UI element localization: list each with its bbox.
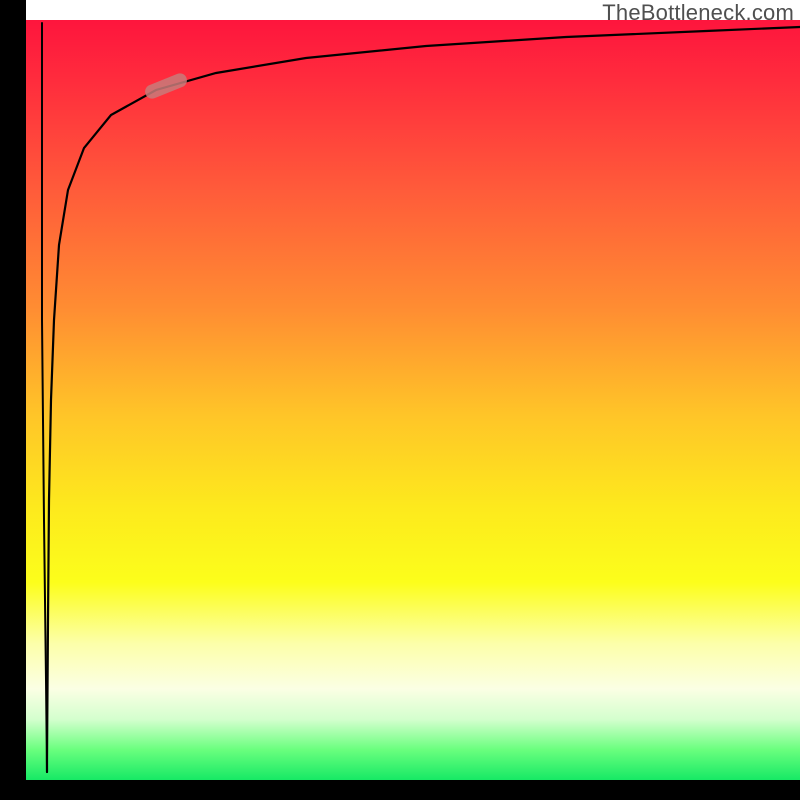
watermark-text: TheBottleneck.com [602, 0, 794, 26]
axis-bottom-border [0, 780, 800, 800]
plot-gradient-background [26, 20, 800, 780]
axis-left-border [0, 0, 26, 780]
chart-stage: TheBottleneck.com [0, 0, 800, 800]
